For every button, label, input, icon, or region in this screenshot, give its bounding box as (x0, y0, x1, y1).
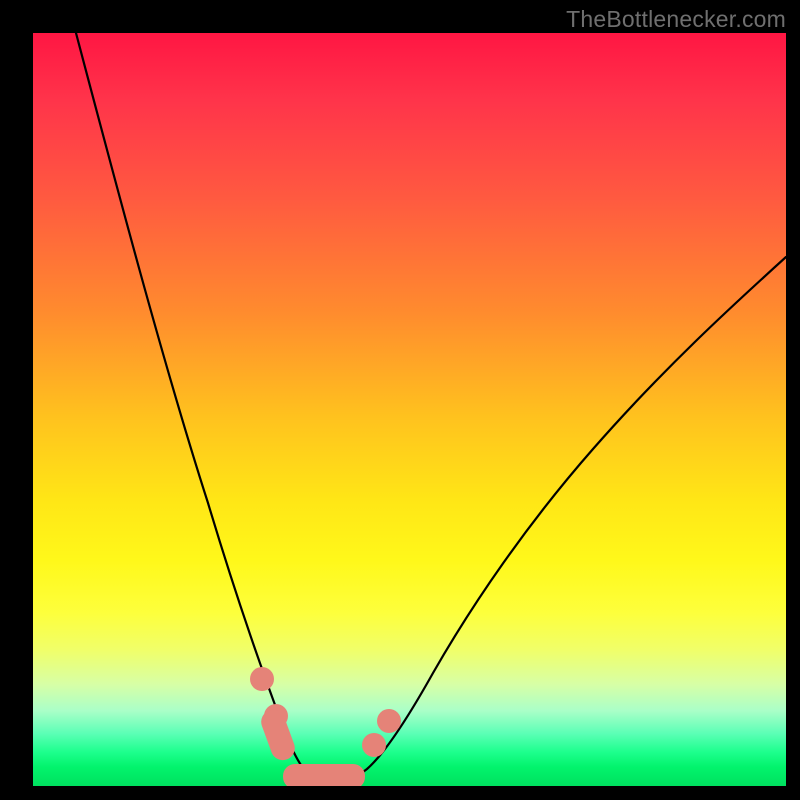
bottleneck-curve (76, 33, 786, 780)
bead-left-connector (258, 706, 298, 763)
floor-marker (283, 764, 365, 786)
plot-area (33, 33, 786, 786)
watermark-text: TheBottlenecker.com (566, 6, 786, 33)
bead-right-lower (362, 733, 386, 757)
curve-layer (33, 33, 786, 786)
bead-left-upper (250, 667, 274, 691)
figure-root: TheBottlenecker.com (0, 0, 800, 800)
bead-right-upper (377, 709, 401, 733)
